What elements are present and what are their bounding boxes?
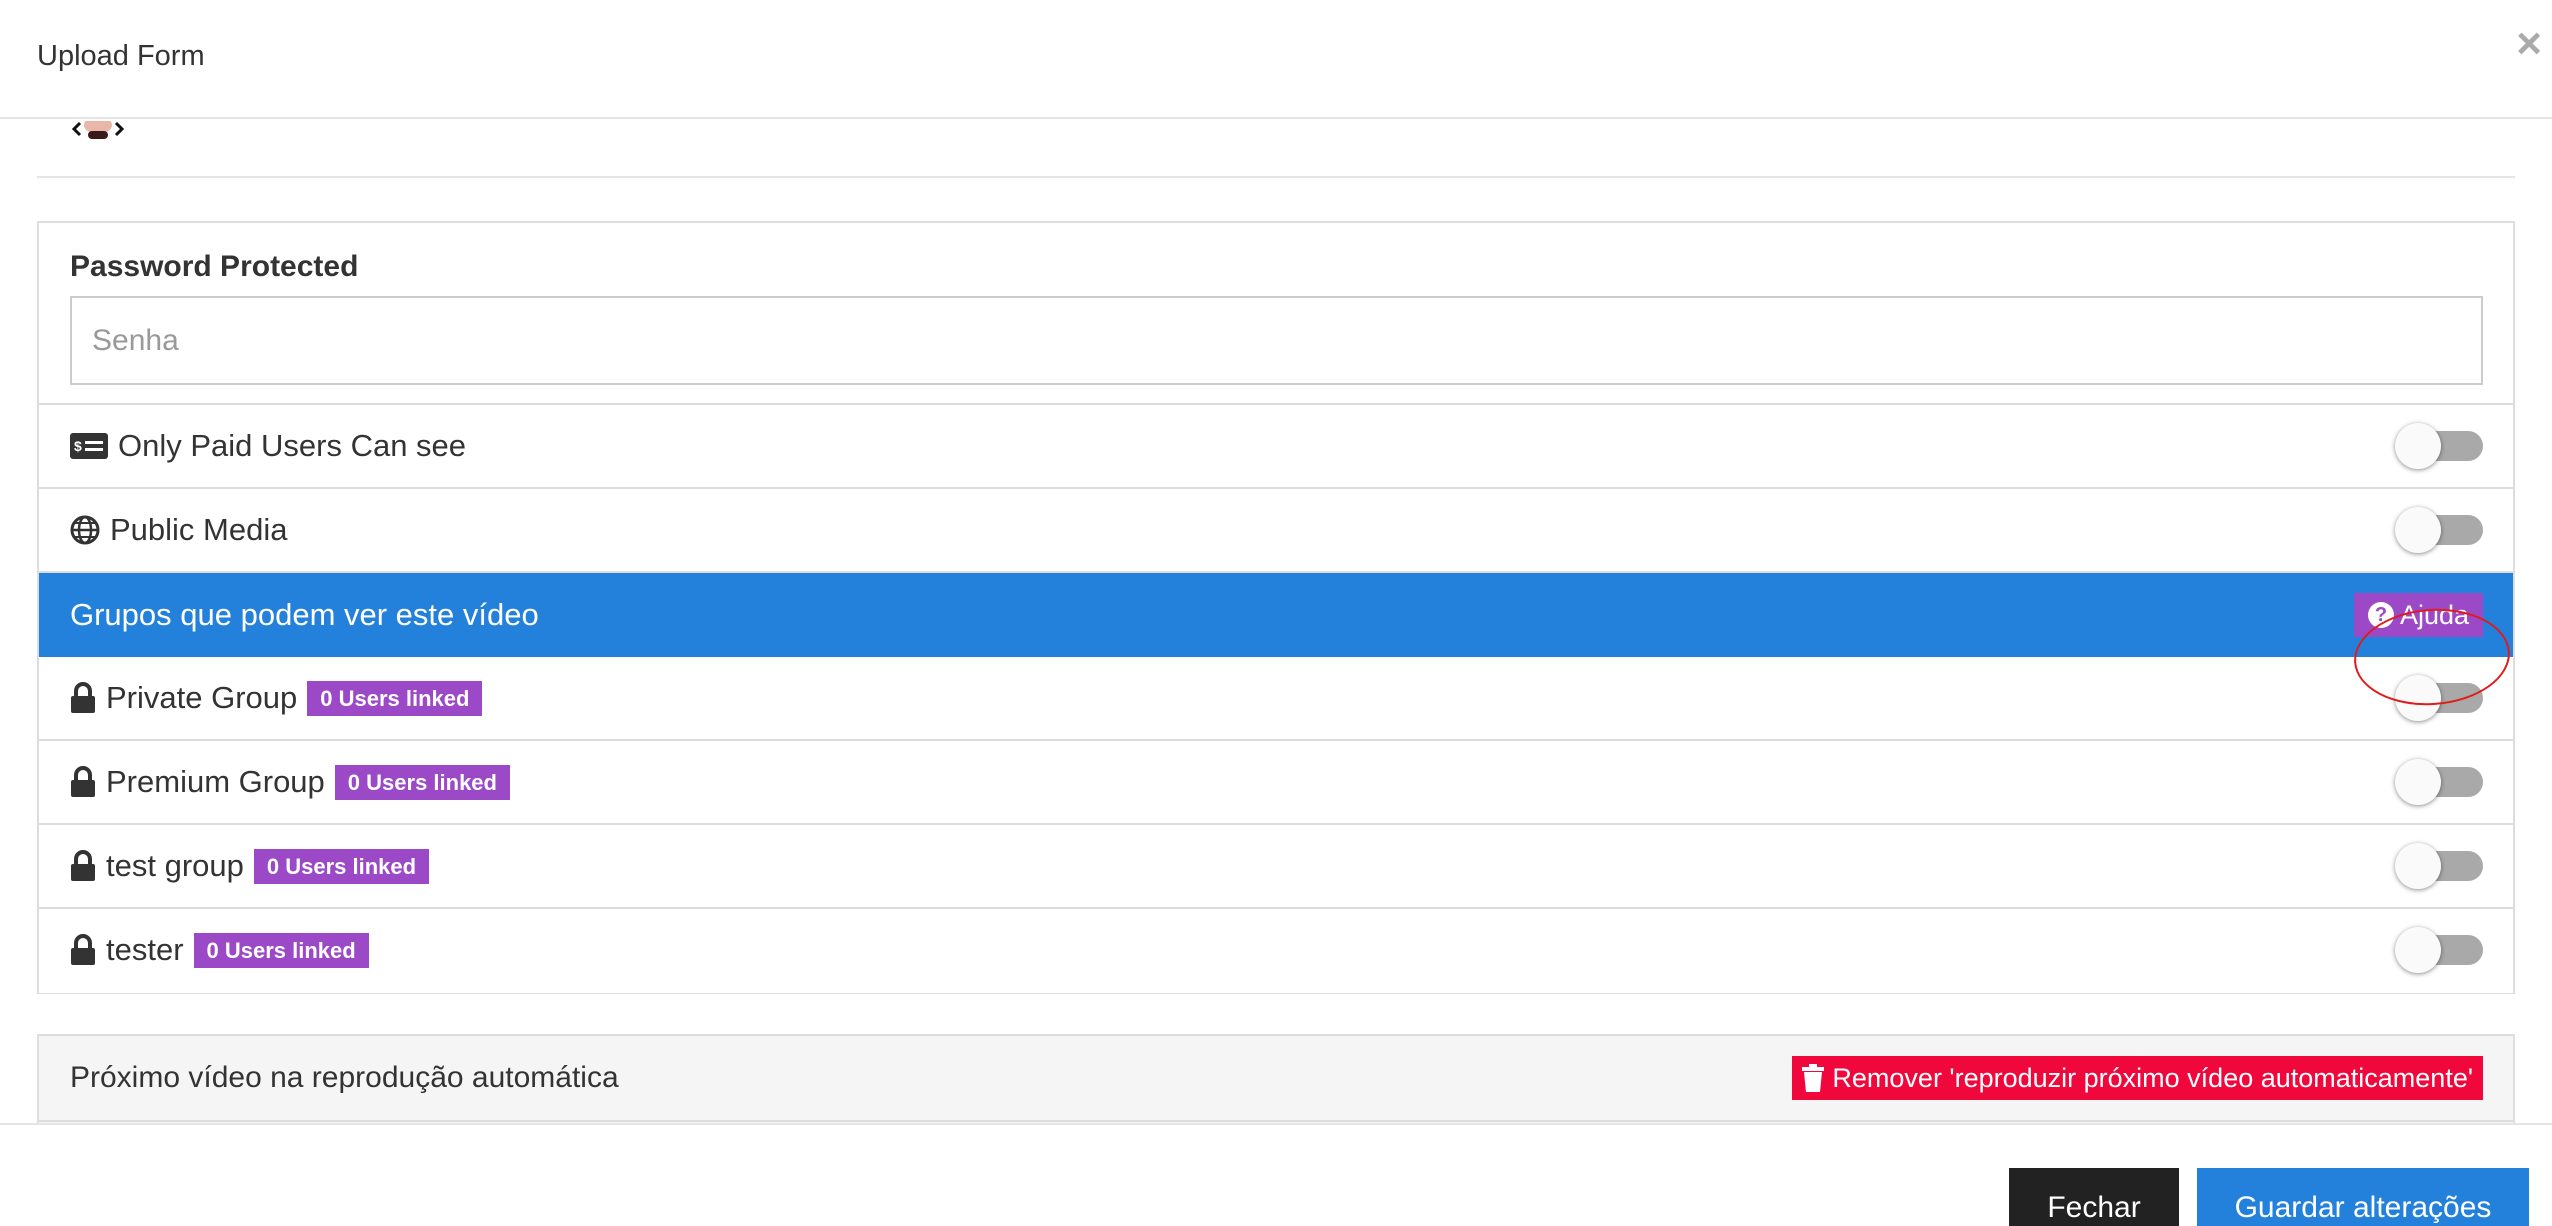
question-circle-icon: ? (2367, 602, 2394, 628)
autoplay-panel: Próximo vídeo na reprodução automática R… (37, 1034, 2515, 1123)
public-media-label-wrap: Public Media (70, 489, 287, 571)
modal-body: Password Protected $ Only Paid Users Can… (0, 121, 2552, 1123)
lock-icon (70, 766, 96, 798)
password-section: Password Protected (39, 223, 2513, 405)
autoplay-title: Próximo vídeo na reprodução automática (70, 1061, 619, 1094)
close-icon[interactable]: × (2516, 22, 2542, 66)
divider (37, 176, 2515, 178)
paid-users-toggle[interactable] (2395, 423, 2483, 469)
group-row: tester 0 Users linked (39, 909, 2513, 993)
close-button[interactable]: Fechar (2009, 1168, 2179, 1226)
paid-users-label: Only Paid Users Can see (118, 428, 467, 463)
password-label: Password Protected (70, 250, 359, 283)
group-name: Private Group (106, 680, 298, 715)
groups-header: Grupos que podem ver este vídeo ? Ajuda (39, 573, 2513, 657)
toggle-knob (2395, 759, 2441, 805)
svg-text:$: $ (74, 438, 82, 454)
divider (39, 1120, 2513, 1122)
group-row: test group 0 Users linked (39, 825, 2513, 909)
remove-autoplay-button[interactable]: Remover 'reproduzir próximo vídeo automa… (1792, 1056, 2483, 1100)
group-name: test group (106, 848, 244, 883)
paid-users-row: $ Only Paid Users Can see (39, 405, 2513, 489)
group-toggle-premium-group[interactable] (2395, 759, 2483, 805)
modal-title: Upload Form (37, 40, 205, 72)
money-card-icon: $ (70, 430, 108, 462)
group-label-wrap: Private Group 0 Users linked (70, 657, 483, 739)
remove-autoplay-label: Remover 'reproduzir próximo vídeo automa… (1832, 1062, 2473, 1093)
lock-icon (70, 850, 96, 882)
public-media-label: Public Media (110, 512, 288, 547)
paid-users-label-wrap: $ Only Paid Users Can see (70, 405, 466, 487)
group-label-wrap: Premium Group 0 Users linked (70, 741, 510, 823)
group-label-wrap: tester 0 Users linked (70, 909, 369, 991)
video-thumbnail (71, 121, 125, 139)
users-linked-badge: 0 Users linked (193, 932, 369, 968)
users-linked-badge: 0 Users linked (307, 680, 483, 716)
globe-icon (70, 514, 100, 546)
modal-footer: Fechar Guardar alterações (0, 1123, 2552, 1226)
groups-title: Grupos que podem ver este vídeo (70, 597, 539, 632)
modal-header: Upload Form × (0, 0, 2552, 119)
visibility-panel: Password Protected $ Only Paid Users Can… (37, 221, 2515, 994)
toggle-knob (2395, 423, 2441, 469)
help-button[interactable]: ? Ajuda (2353, 593, 2483, 637)
help-label: Ajuda (2399, 599, 2469, 630)
group-row: Premium Group 0 Users linked (39, 741, 2513, 825)
toggle-knob (2395, 675, 2441, 721)
group-label-wrap: test group 0 Users linked (70, 825, 430, 907)
users-linked-badge: 0 Users linked (334, 764, 510, 800)
save-changes-button[interactable]: Guardar alterações (2197, 1168, 2529, 1226)
password-input[interactable] (70, 296, 2483, 385)
trash-icon (1802, 1064, 1825, 1092)
group-toggle-tester[interactable] (2395, 927, 2483, 973)
group-name: tester (106, 932, 184, 967)
public-media-toggle[interactable] (2395, 507, 2483, 553)
users-linked-badge: 0 Users linked (253, 848, 430, 884)
public-media-row: Public Media (39, 489, 2513, 573)
group-row: Private Group 0 Users linked (39, 657, 2513, 741)
lock-icon (70, 934, 96, 966)
toggle-knob (2395, 843, 2441, 889)
group-name: Premium Group (106, 764, 325, 799)
group-toggle-private-group[interactable] (2395, 675, 2483, 721)
toggle-knob (2395, 507, 2441, 553)
lock-icon (70, 682, 96, 714)
group-toggle-test-group[interactable] (2395, 843, 2483, 889)
toggle-knob (2395, 927, 2441, 973)
